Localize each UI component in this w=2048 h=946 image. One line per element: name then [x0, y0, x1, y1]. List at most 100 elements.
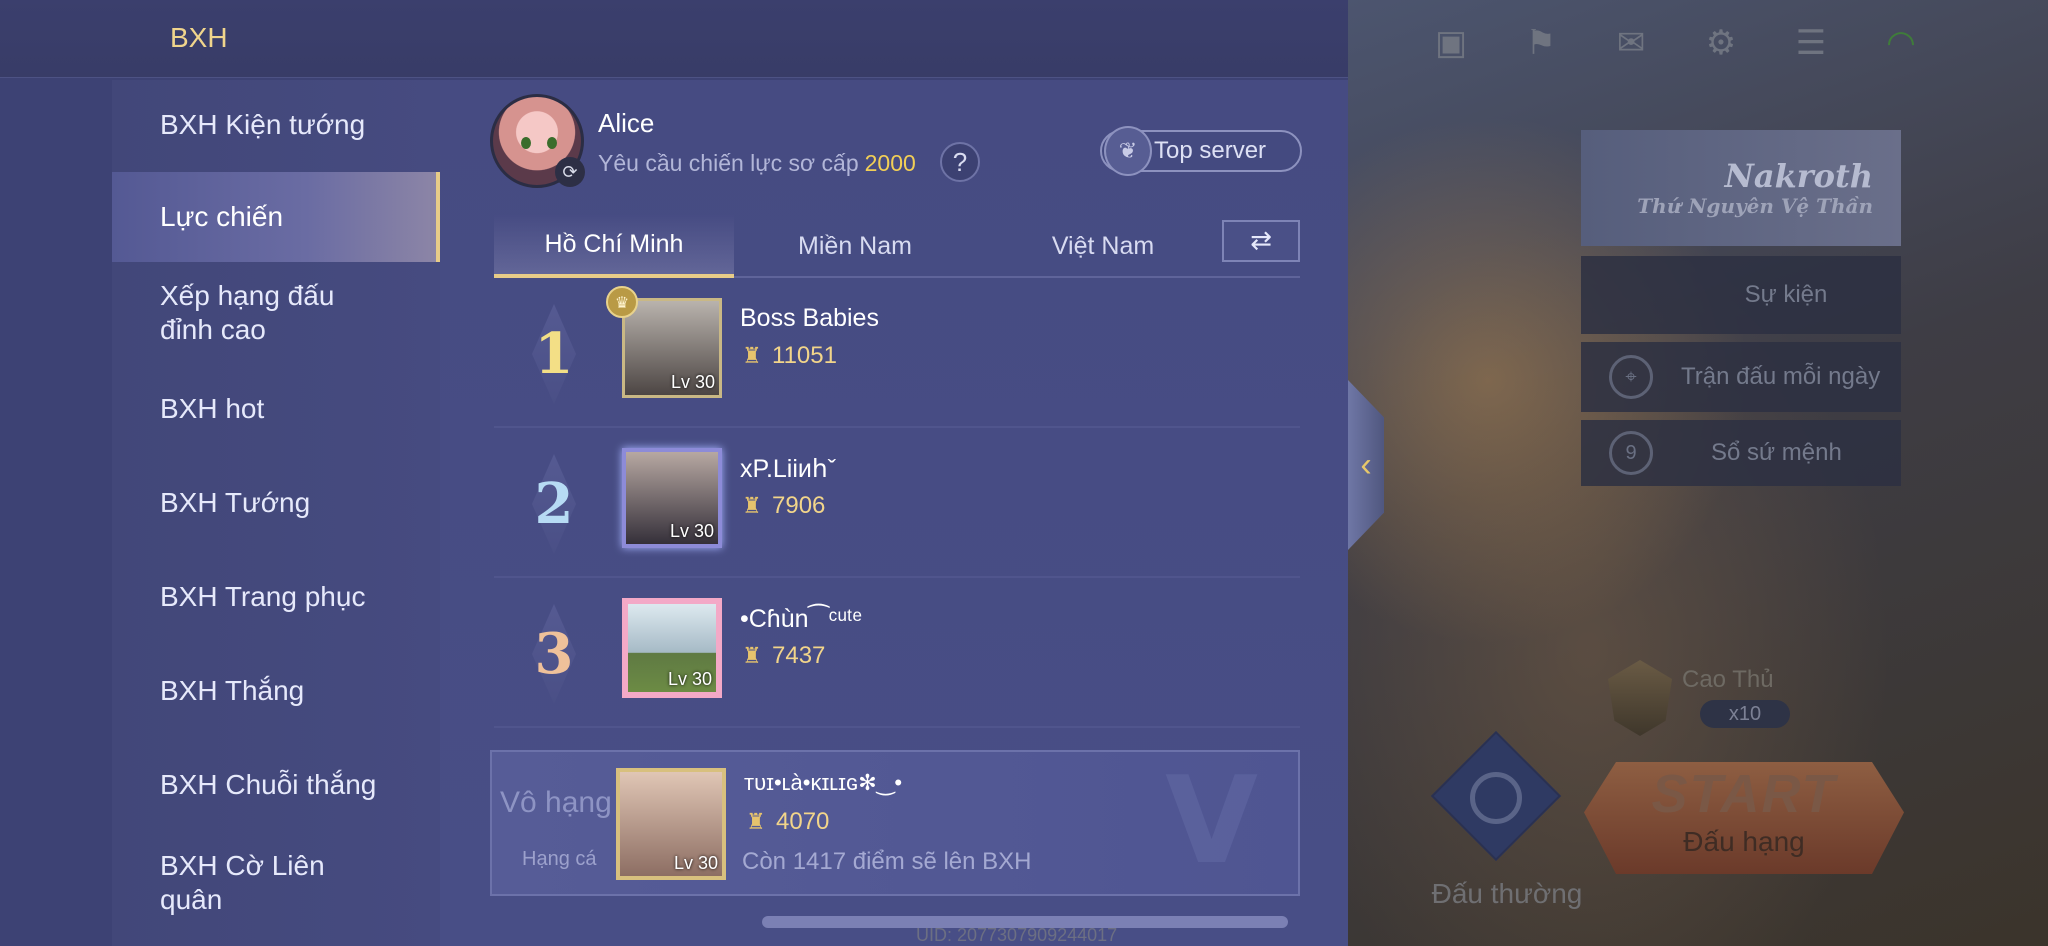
tab-label: Việt Nam: [1051, 231, 1155, 260]
help-button[interactable]: ?: [940, 142, 980, 182]
score-value: 7906: [772, 492, 826, 519]
top-server-button[interactable]: ❦ Top server: [1100, 126, 1302, 176]
settings-gear-icon[interactable]: ⚙: [1700, 22, 1742, 64]
battle-banner-icon[interactable]: ⚑: [1520, 22, 1562, 64]
table-row[interactable]: 1 Lv 30 ♛ Boss Babies ♜ 11051: [494, 280, 1300, 428]
score-value: 7437: [772, 642, 826, 669]
panel-header: BXH: [0, 0, 1348, 78]
table-row[interactable]: 2 Lv 30 xP.Liiиհˇ ♜ 7906: [494, 430, 1300, 578]
rank-name: Cao Thủ: [1682, 666, 1774, 693]
ranked-label: Đấu hạng: [1683, 826, 1805, 857]
camera-icon[interactable]: ▣: [1430, 22, 1472, 64]
player-level: Lv 30: [673, 853, 718, 873]
sidebar-item-champion[interactable]: BXH Kiện tướng: [112, 80, 440, 170]
player-score: ♜ 11051: [740, 342, 837, 370]
sidebar-item-label: BXH Chuỗi thắng: [160, 769, 377, 800]
sidebar-item-label: BXH Trang phục: [160, 581, 366, 612]
avatar-eye: [521, 137, 531, 149]
fate-book-label: Sổ sứ mệnh: [1711, 439, 1842, 466]
chevron-left-icon: ‹: [1360, 445, 1372, 484]
rank-number: 3: [534, 604, 574, 704]
fate-book-icon: 9: [1609, 431, 1653, 475]
top-server-label: Top server: [1154, 137, 1267, 164]
player-level: Lv 30: [667, 669, 712, 689]
lobby-background: ▣ ⚑ ✉ ⚙ ☰ ◠ Nakroth Thứ Nguyên Vệ Thần S…: [1348, 0, 2048, 946]
player-level: Lv 30: [669, 521, 714, 541]
lobby-top-icons: ▣ ⚑ ✉ ⚙ ☰ ◠: [1430, 22, 1922, 64]
sidebar-item-heroes[interactable]: BXH Tướng: [112, 458, 440, 548]
fate-book-card[interactable]: 9 Sổ sứ mệnh: [1581, 420, 1901, 486]
start-ranked-button[interactable]: START Đấu hạng: [1584, 762, 1904, 874]
my-rank-category: Hạng cá: [522, 848, 597, 870]
tab-mien-nam[interactable]: Miền Nam: [750, 214, 960, 278]
rank-emblem-icon: [1608, 660, 1672, 736]
wifi-icon: ◠: [1886, 23, 1916, 63]
sidebar-item-power[interactable]: Lực chiến: [112, 172, 440, 262]
trophy-icon: ♜: [742, 343, 762, 369]
player-avatar[interactable]: Lv 30: [622, 298, 722, 398]
sidebar-item-skins[interactable]: BXH Trang phục: [112, 552, 440, 642]
leaderboard-sidebar: BXH Kiện tướng Lực chiến Xếp hạng đấu đỉ…: [112, 80, 440, 946]
player-score: ♜ 7437: [740, 642, 825, 670]
sidebar-item-label: Xếp hạng đấu đỉnh cao: [160, 280, 335, 345]
my-avatar[interactable]: Lv 30: [616, 768, 726, 880]
daily-match-label: Trận đấu mỗi ngày: [1681, 363, 1881, 390]
sidebar-item-wins[interactable]: BXH Thắng: [112, 646, 440, 736]
tab-viet-nam[interactable]: Việt Nam: [998, 214, 1208, 278]
my-name: ᴛᴜɪ•ʟà•ᴋɪʟɪɢ✻‿•: [744, 770, 903, 795]
trophy-icon: ♜: [746, 809, 766, 835]
swap-arrows-icon: ⇄: [1250, 226, 1272, 256]
hero-promo-card[interactable]: Nakroth Thứ Nguyên Vệ Thần: [1581, 130, 1901, 246]
trophy-icon: ♜: [742, 643, 762, 669]
requirement-value: 2000: [864, 150, 916, 176]
hero-title: Nakroth: [1724, 157, 1873, 195]
leaderboard-panel: BXH BXH Kiện tướng Lực chiến Xếp hạng đấ…: [0, 0, 1348, 946]
player-avatar[interactable]: Lv 30: [622, 598, 722, 698]
panel-title: BXH: [170, 22, 228, 53]
sidebar-item-label: BXH Tướng: [160, 487, 311, 518]
tab-ho-chi-minh[interactable]: Hồ Chí Minh: [494, 214, 734, 278]
sidebar-item-label: BXH Kiện tướng: [160, 109, 366, 140]
sidebar-item-label: Lực chiến: [160, 201, 284, 232]
menu-list-icon[interactable]: ☰: [1790, 22, 1832, 64]
mail-icon[interactable]: ✉: [1610, 22, 1652, 64]
sidebar-item-hot[interactable]: BXH hot: [112, 364, 440, 454]
sync-icon[interactable]: ⟳: [555, 157, 585, 187]
tab-label: Hồ Chí Minh: [544, 229, 684, 258]
event-card[interactable]: Sự kiện: [1581, 256, 1901, 334]
player-name: Boss Babies: [740, 304, 879, 332]
watermark-v-icon: V: [1165, 752, 1258, 891]
sidebar-item-peak-ranking[interactable]: Xếp hạng đấu đỉnh cao: [112, 268, 372, 358]
table-row[interactable]: 3 Lv 30 •Cɦùn⁀ᶜᵘᵗᵉ ♜ 7437: [494, 580, 1300, 728]
sidebar-item-label: BXH hot: [160, 393, 265, 424]
progress-note: Còn 1417 điểm sẽ lên BXH: [742, 848, 1032, 875]
start-label: START: [1651, 764, 1837, 824]
sidebar-item-chess[interactable]: BXH Cờ Liên quân: [112, 838, 372, 928]
daily-match-icon: ⌖: [1609, 355, 1653, 399]
player-score: ♜ 7906: [740, 492, 825, 520]
avatar-eye: [547, 137, 557, 149]
sidebar-item-win-streak[interactable]: BXH Chuỗi thắng: [112, 740, 440, 830]
daily-match-card[interactable]: ⌖ Trận đấu mỗi ngày: [1581, 342, 1901, 412]
my-rank-bar[interactable]: V Vô hạng Hạng cá Lv 30 ᴛᴜɪ•ʟà•ᴋɪʟɪɢ✻‿• …: [490, 750, 1300, 896]
crown-icon: ♛: [606, 286, 638, 318]
player-name: •Cɦùn⁀ᶜᵘᵗᵉ: [740, 605, 862, 633]
help-icon: ?: [952, 146, 968, 177]
user-avatar[interactable]: ⟳: [490, 94, 585, 188]
my-rank-status: Vô hạng: [500, 786, 612, 819]
trophy-icon: ♜: [742, 493, 762, 519]
player-name: xP.Liiиհˇ: [740, 455, 837, 483]
score-value: 11051: [772, 342, 837, 369]
rank-number: 1: [534, 304, 574, 404]
score-value: 4070: [776, 808, 830, 835]
swap-button[interactable]: ⇄: [1222, 220, 1300, 262]
rank-number: 2: [534, 454, 574, 554]
sidebar-item-label: BXH Cờ Liên quân: [160, 850, 325, 915]
my-score: ♜ 4070: [744, 808, 829, 836]
uid-text: UID: 2077307909244017: [916, 925, 1118, 945]
player-avatar[interactable]: Lv 30: [622, 448, 722, 548]
hero-subtitle: Thứ Nguyên Vệ Thần: [1637, 194, 1873, 218]
region-tabs: Hồ Chí Minh Miền Nam Việt Nam: [494, 214, 1300, 278]
tab-label: Miền Nam: [798, 231, 912, 260]
sidebar-item-label: BXH Thắng: [160, 675, 305, 706]
